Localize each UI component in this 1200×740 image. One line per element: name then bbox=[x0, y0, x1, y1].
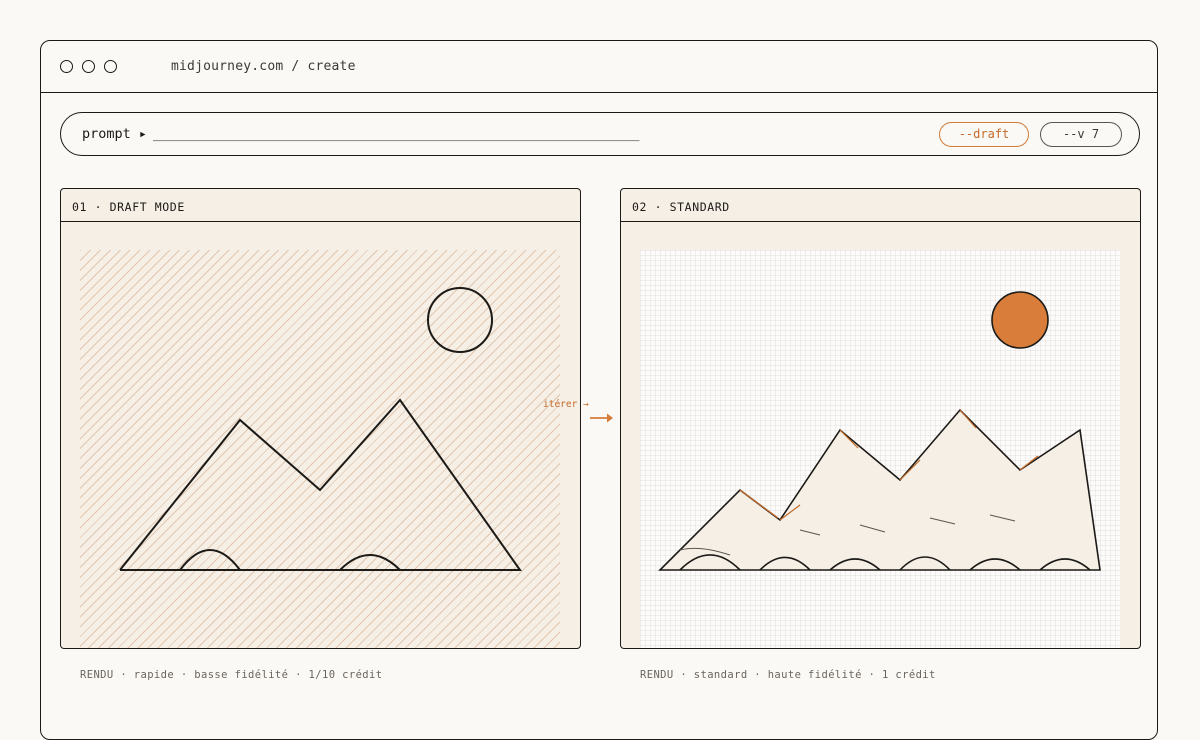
panel-title: 02 · STANDARD bbox=[632, 200, 730, 214]
draft-render-caption: RENDU · rapide · basse fidélité · 1/10 c… bbox=[80, 669, 383, 681]
panel-header: 01 · DRAFT MODE bbox=[61, 189, 580, 222]
panel-header: 02 · STANDARD bbox=[621, 189, 1140, 222]
draft-image-canvas[interactable] bbox=[80, 250, 560, 648]
mountain-sun-icon bbox=[658, 291, 1101, 571]
panel-title: 01 · DRAFT MODE bbox=[72, 200, 185, 214]
prompt-bar[interactable]: prompt ▸ _______________________________… bbox=[60, 112, 1140, 156]
prompt-input[interactable]: ________________________________________… bbox=[153, 126, 639, 142]
standard-image-canvas[interactable] bbox=[640, 250, 1120, 648]
draft-parameter-chip[interactable]: --draft bbox=[939, 122, 1029, 147]
window-dot-icon[interactable] bbox=[82, 60, 95, 73]
draft-mode-panel: 01 · DRAFT MODE bbox=[60, 188, 581, 649]
address-bar-url[interactable]: midjourney.com / create bbox=[171, 59, 356, 74]
window-dot-icon[interactable] bbox=[60, 60, 73, 73]
prompt-label: prompt ▸ bbox=[82, 126, 148, 142]
browser-window: midjourney.com / create prompt ▸ _______… bbox=[40, 40, 1158, 740]
arrow-right-icon[interactable] bbox=[589, 412, 615, 424]
iterate-label: itérer → bbox=[543, 399, 589, 410]
mountain-sun-icon bbox=[119, 287, 522, 571]
window-dot-icon[interactable] bbox=[104, 60, 117, 73]
version-parameter-chip[interactable]: --v 7 bbox=[1040, 122, 1122, 147]
standard-render-caption: RENDU · standard · haute fidélité · 1 cr… bbox=[640, 669, 936, 681]
standard-panel: 02 · STANDARD bbox=[620, 188, 1141, 649]
title-bar: midjourney.com / create bbox=[41, 41, 1157, 93]
